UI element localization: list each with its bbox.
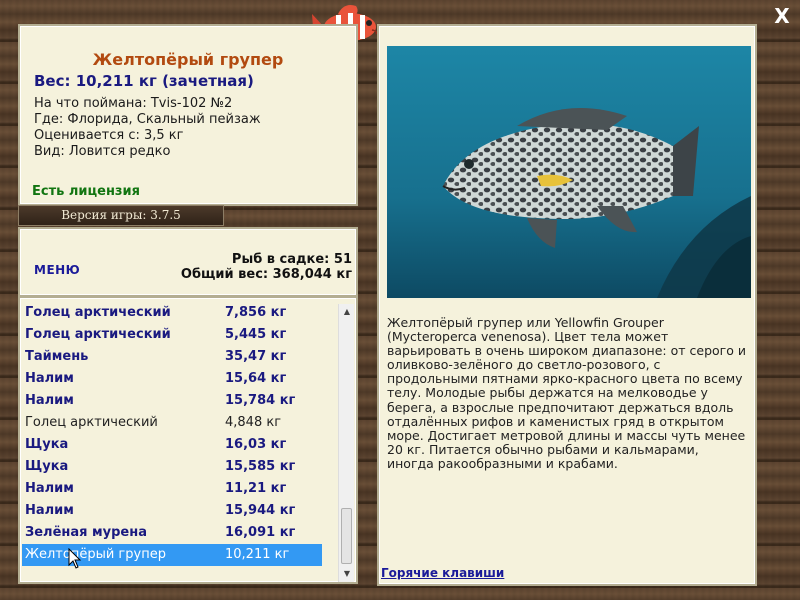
catch-fish-weight: 15,64 кг (225, 371, 287, 386)
catch-list-panel: Голец арктический 7,856 кг Голец арктическ… (18, 296, 358, 584)
catch-fish-name: Таймень (25, 349, 89, 364)
menu-button[interactable]: МЕНЮ (34, 263, 80, 277)
list-item[interactable]: Голец арктический 5,445 кг (22, 324, 322, 346)
catch-fish-weight: 15,944 кг (225, 503, 296, 518)
scrollbar[interactable]: ▲ ▼ (338, 304, 354, 582)
catch-fish-name: Голец арктический (25, 415, 158, 430)
catch-fish-name: Налим (25, 503, 74, 518)
fish-description-panel: Желтопёрый групер или Yellowfin Grouper … (377, 24, 757, 586)
scroll-thumb[interactable] (341, 508, 352, 564)
caught-with: На что поймана: Tvis-102 №2 (34, 96, 233, 111)
catch-fish-weight: 7,856 кг (225, 305, 287, 320)
fish-title: Желтопёрый групер (92, 50, 284, 69)
list-item[interactable]: Налим 15,944 кг (22, 500, 322, 522)
list-item[interactable]: Щука 15,585 кг (22, 456, 322, 478)
fish-weight: Вес: 10,211 кг (зачетная) (34, 72, 254, 90)
list-item[interactable]: Голец арктический 4,848 кг (22, 412, 322, 434)
catch-fish-weight: 4,848 кг (225, 415, 282, 430)
caught-where: Где: Флорида, Скальный пейзаж (34, 112, 261, 127)
list-item[interactable]: Таймень 35,47 кг (22, 346, 322, 368)
list-item[interactable]: Голец арктический 7,856 кг (22, 302, 322, 324)
arrow-down-icon[interactable]: ▼ (339, 566, 355, 582)
catch-fish-name: Щука (25, 437, 69, 452)
catch-fish-weight: 5,445 кг (225, 327, 287, 342)
catch-fish-name: Желтопёрый групер (25, 547, 166, 562)
list-item[interactable]: Налим 15,64 кг (22, 368, 322, 390)
fish-count: Рыб в садке: 51 (231, 252, 352, 267)
catch-fish-name: Налим (25, 481, 74, 496)
catch-fish-name: Зелёная мурена (25, 525, 147, 540)
game-version-plate: Версия игры: 3.7.5 (18, 205, 224, 226)
hotkeys-link[interactable]: Горячие клавиши (381, 566, 504, 580)
catch-fish-name: Голец арктический (25, 305, 171, 320)
close-button[interactable]: X (772, 6, 792, 26)
list-item[interactable]: Налим 11,21 кг (22, 478, 322, 500)
mouse-cursor-icon (68, 548, 82, 569)
fish-info-panel: Желтопёрый групер Вес: 10,211 кг (зачетн… (18, 24, 358, 206)
total-weight: Общий вес: 368,044 кг (180, 267, 352, 282)
catch-fish-weight: 16,03 кг (225, 437, 287, 452)
stats-panel: МЕНЮ Рыб в садке: 51 Общий вес: 368,044 … (18, 227, 358, 297)
fish-description: Желтопёрый групер или Yellowfin Grouper … (387, 315, 746, 471)
list-item[interactable]: Желтопёрый групер 10,211 кг (22, 544, 322, 566)
catch-fish-weight: 15,784 кг (225, 393, 296, 408)
fish-photo (387, 46, 751, 298)
catch-fish-name: Голец арктический (25, 327, 171, 342)
catch-fish-weight: 11,21 кг (225, 481, 287, 496)
license-status: Есть лицензия (32, 184, 140, 199)
list-item[interactable]: Зелёная мурена 16,091 кг (22, 522, 322, 544)
arrow-up-icon[interactable]: ▲ (339, 304, 355, 320)
catch-fish-weight: 15,585 кг (225, 459, 296, 474)
species-rarity: Вид: Ловится редко (34, 144, 171, 159)
catch-fish-name: Налим (25, 371, 74, 386)
catch-fish-name: Щука (25, 459, 69, 474)
catch-fish-weight: 16,091 кг (225, 525, 296, 540)
catch-fish-weight: 10,211 кг (225, 547, 290, 562)
list-item[interactable]: Щука 16,03 кг (22, 434, 322, 456)
rated-from: Оценивается с: 3,5 кг (34, 128, 184, 143)
catch-fish-name: Налим (25, 393, 74, 408)
catch-list: Голец арктический 7,856 кг Голец арктическ… (22, 302, 322, 566)
list-item[interactable]: Налим 15,784 кг (22, 390, 322, 412)
catch-fish-weight: 35,47 кг (225, 349, 287, 364)
